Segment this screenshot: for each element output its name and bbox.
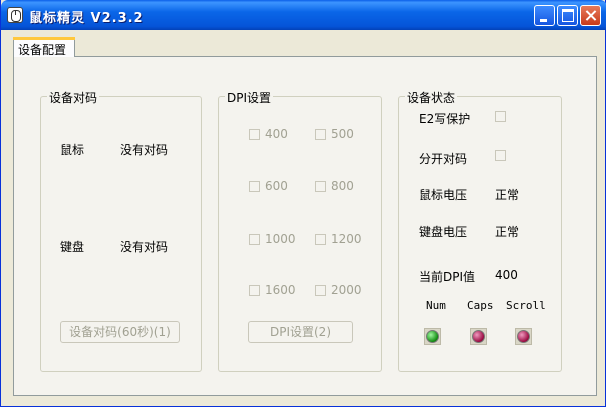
keyboard-voltage-value: 正常 [495, 225, 520, 239]
split-pair-label: 分开对码 [419, 152, 468, 166]
tab-label: 设备配置 [18, 43, 67, 57]
mouse-label: 鼠标 [60, 143, 85, 157]
minimize-button[interactable] [534, 5, 555, 26]
main-window: 鼠标精灵 V2.3.2 设备配置 设备对码 鼠标 没有对码 键盘 没有对码 设备… [0, 0, 606, 407]
mouse-app-icon[interactable] [7, 7, 23, 23]
caps-lock-label: Caps [467, 299, 494, 312]
split-pair-checkbox[interactable] [495, 150, 506, 161]
mouse-voltage-value: 正常 [495, 188, 520, 202]
dpi-checkbox-600[interactable] [249, 181, 260, 192]
mouse-pair-status: 没有对码 [120, 143, 169, 157]
dpi-option-1600-label: 1600 [265, 283, 296, 297]
pair-button[interactable]: 设备对码(60秒)(1) [60, 321, 180, 343]
dpi-option-1000-label: 1000 [265, 232, 296, 246]
current-dpi-label: 当前DPI值 [419, 270, 476, 284]
window-title: 鼠标精灵 V2.3.2 [29, 11, 144, 26]
num-lock-indicator [424, 328, 441, 345]
title-bar[interactable]: 鼠标精灵 V2.3.2 [1, 0, 606, 30]
dpi-checkbox-1200[interactable] [315, 234, 326, 245]
scroll-lock-led-icon [517, 330, 530, 343]
pairing-group-legend: 设备对码 [47, 89, 100, 106]
e2-write-protect-checkbox[interactable] [495, 111, 506, 122]
dpi-checkbox-1000[interactable] [249, 234, 260, 245]
current-dpi-value: 400 [495, 268, 518, 282]
e2-write-protect-label: E2写保护 [419, 112, 471, 126]
dpi-checkbox-400[interactable] [249, 129, 260, 140]
dpi-checkbox-1600[interactable] [249, 285, 260, 296]
num-lock-label: Num [426, 299, 446, 312]
dpi-option-1200-label: 1200 [331, 232, 362, 246]
keyboard-pair-status: 没有对码 [120, 240, 169, 254]
dpi-option-600-label: 600 [265, 179, 288, 193]
dpi-checkbox-500[interactable] [315, 129, 326, 140]
caps-lock-indicator [470, 328, 487, 345]
dpi-group-legend: DPI设置 [225, 89, 274, 106]
tab-device-config[interactable]: 设备配置 [13, 37, 75, 57]
dpi-checkbox-2000[interactable] [315, 285, 326, 296]
num-lock-led-icon [426, 330, 439, 343]
dpi-checkbox-800[interactable] [315, 181, 326, 192]
dpi-set-button[interactable]: DPI设置(2) [248, 321, 353, 343]
status-group-legend: 设备状态 [405, 89, 458, 106]
scroll-lock-label: Scroll [506, 299, 546, 312]
keyboard-label: 键盘 [60, 240, 85, 254]
maximize-button[interactable] [557, 5, 578, 26]
scroll-lock-indicator [515, 328, 532, 345]
caps-lock-led-icon [472, 330, 485, 343]
dpi-option-500-label: 500 [331, 127, 354, 141]
close-button[interactable] [580, 5, 601, 26]
dpi-option-800-label: 800 [331, 179, 354, 193]
mouse-voltage-label: 鼠标电压 [419, 188, 468, 202]
keyboard-voltage-label: 键盘电压 [419, 225, 468, 239]
dpi-option-2000-label: 2000 [331, 283, 362, 297]
dpi-option-400-label: 400 [265, 127, 288, 141]
